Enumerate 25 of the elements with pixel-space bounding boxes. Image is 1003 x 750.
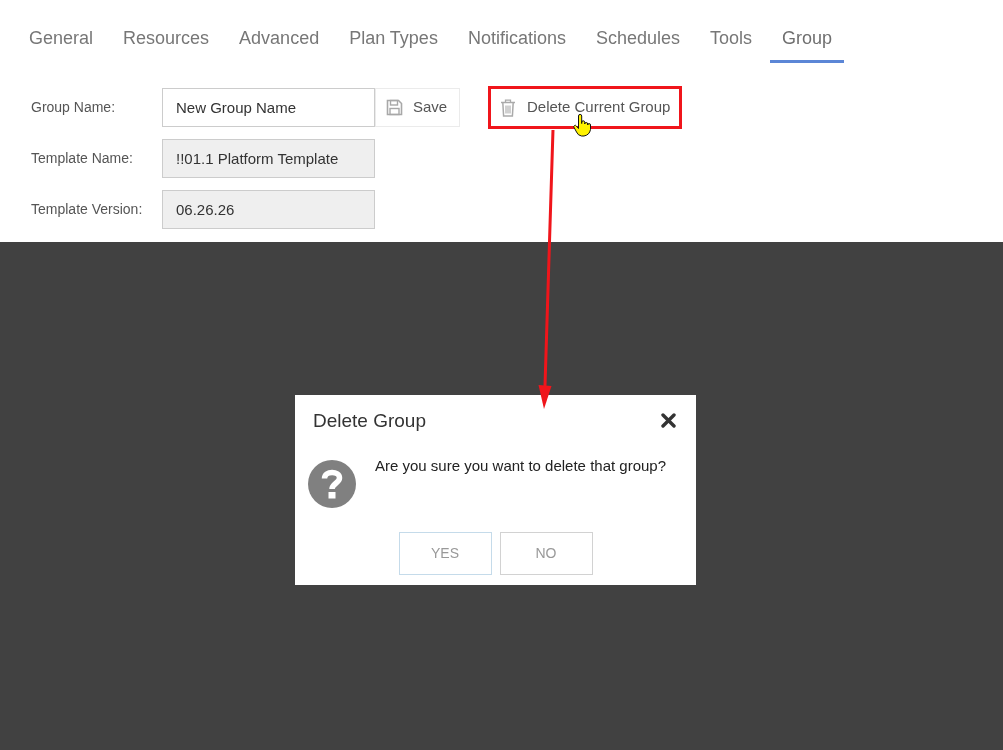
tab[interactable]: Schedules [583,15,692,63]
dialog-title: Delete Group [313,409,426,433]
trash-icon [500,98,516,117]
tab[interactable]: General [17,15,106,63]
close-icon [661,413,676,428]
dialog-button[interactable]: NO [499,532,593,575]
hand-cursor-icon [573,114,591,137]
close-button[interactable] [661,413,676,428]
text-field[interactable]: 06.26.26 [162,190,375,229]
tab[interactable]: Tools [698,15,765,63]
tab[interactable]: Plan Types [337,15,450,63]
field-label: Group Name: [31,98,117,117]
field-label: Template Version: [31,200,144,219]
delete-button[interactable]: Delete Current Group [488,86,683,129]
text-field[interactable]: New Group Name [162,88,375,127]
dialog-message: Are you sure you want to delete that group? [375,456,667,476]
tab[interactable]: Resources [111,15,222,63]
dialog-button[interactable]: YES [398,532,492,575]
text-field[interactable]: !!01.1 Platform Template [162,139,375,178]
question-icon [308,460,356,508]
tab[interactable]: Group [770,15,845,63]
tab[interactable]: Notifications [455,15,578,63]
save-button[interactable]: Save [375,88,460,127]
field-label: Template Name: [31,149,134,168]
tab[interactable]: Advanced [227,15,332,63]
